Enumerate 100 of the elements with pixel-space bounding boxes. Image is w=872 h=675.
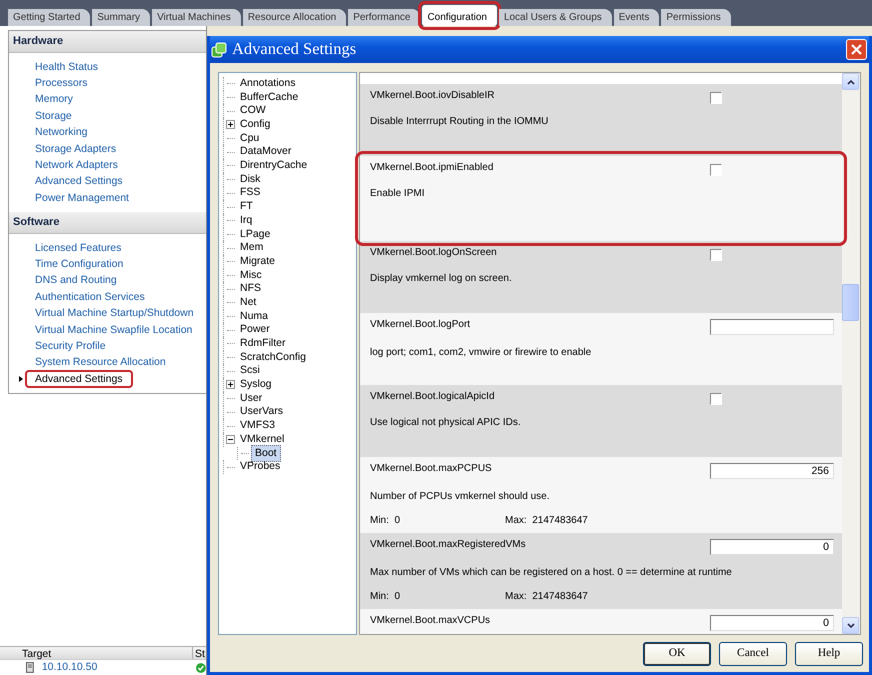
setting-name: VMkernel.Boot.logOnScreen (370, 247, 498, 260)
setting-description: Number of PCPUs vmkernel should use. (370, 491, 551, 503)
tree-item[interactable]: Syslog (237, 377, 275, 393)
tab[interactable]: Configuration (422, 5, 497, 26)
setting-description: Use logical not physical APIC IDs. (370, 417, 522, 429)
min-value: Min: 0 (370, 591, 402, 603)
dialog-button[interactable]: Cancel (719, 642, 787, 666)
tree-item[interactable]: DirentryCache (237, 158, 310, 174)
column-header[interactable]: Target (0, 647, 193, 659)
checkbox[interactable] (710, 92, 722, 104)
tree-item[interactable]: Cpu (237, 130, 262, 146)
sidebar-link[interactable]: Memory (33, 93, 75, 106)
scroll-down-button[interactable] (842, 617, 859, 634)
tree-item[interactable]: VMFS3 (237, 418, 278, 434)
section-header: Hardware (9, 31, 206, 52)
setting-name: VMkernel.Boot.maxRegisteredVMs (370, 539, 527, 552)
scroll-up-button[interactable] (842, 73, 859, 90)
sidebar-link[interactable]: Storage Adapters (33, 142, 118, 155)
tree-item[interactable]: COW (237, 103, 269, 120)
tree-item[interactable]: DataMover (237, 144, 294, 160)
tab[interactable]: Virtual Machines (152, 9, 241, 26)
close-icon (851, 44, 862, 55)
sidebar-link[interactable]: Health Status (33, 60, 100, 73)
tab[interactable]: Summary (92, 9, 150, 26)
setting-name: VMkernel.Boot.maxPCPUS (370, 463, 493, 476)
setting-name: VMkernel.Boot.logPort (370, 319, 472, 332)
setting-name: VMkernel.Boot.ipmiEnabled (370, 162, 494, 175)
setting-description: Enable IPMI (370, 188, 426, 200)
setting-name: VMkernel.Boot.maxVCPUs (370, 615, 492, 628)
collapse-button[interactable] (226, 435, 235, 444)
value-field[interactable]: 0 (710, 615, 834, 631)
value-field[interactable]: 256 (710, 463, 834, 479)
dialog-button[interactable]: Help (795, 642, 863, 666)
tree-item[interactable]: Annotations (237, 76, 298, 92)
checkbox[interactable] (710, 393, 722, 405)
tree-item[interactable]: ScratchConfig (237, 350, 309, 366)
value-field[interactable]: 0 (710, 539, 834, 555)
tree-item[interactable]: Misc (237, 268, 265, 284)
tab[interactable]: Local Users & Groups (498, 9, 612, 26)
expand-button[interactable] (226, 120, 235, 130)
value-field[interactable] (710, 319, 834, 335)
plus-icon (228, 122, 233, 128)
tab[interactable]: Permissions (661, 9, 731, 26)
sidebar-link[interactable]: Processors (33, 77, 90, 90)
tree-item[interactable]: FSS (237, 185, 264, 202)
sidebar-link[interactable]: Time Configuration (33, 258, 126, 270)
sidebar-link[interactable]: Virtual Machine Startup/Shutdown (33, 307, 196, 320)
target-link[interactable]: 10.10.10.50 (42, 660, 188, 675)
tree-item[interactable]: LPage (237, 226, 274, 242)
section-header: Software (9, 212, 206, 234)
close-button[interactable] (846, 39, 867, 60)
sidebar-link[interactable]: Network Adapters (33, 159, 120, 172)
tab[interactable]: Resource Allocation (242, 9, 346, 26)
tree-item[interactable]: Scsi (237, 363, 263, 380)
sidebar-link[interactable]: Advanced Settings (33, 175, 125, 188)
expand-button[interactable] (226, 380, 235, 390)
checkbox[interactable] (710, 249, 722, 261)
sidebar-link[interactable]: Security Profile (33, 340, 108, 352)
setting-description: Display vmkernel log on screen. (370, 273, 513, 285)
max-value: Max: 2147483647 (505, 515, 588, 527)
tree-item[interactable]: Power (237, 322, 273, 338)
sidebar-link[interactable]: Licensed Features (33, 242, 124, 254)
tab[interactable]: Getting Started (8, 9, 90, 26)
tree-item[interactable]: Numa (237, 308, 272, 324)
server-icon (26, 662, 34, 673)
tab[interactable]: Performance (348, 9, 420, 26)
sidebar-link[interactable]: Networking (33, 126, 90, 138)
tree-item[interactable]: Migrate (237, 254, 278, 270)
settings-app-icon (211, 42, 227, 58)
tree-item[interactable]: Boot (251, 444, 281, 462)
sidebar-link[interactable]: Advanced Settings (25, 370, 133, 388)
sidebar-link[interactable]: System Resource Allocation (33, 356, 168, 368)
setting-description: Max number of VMs which can be registered on a host. 0 == determine at runtime (370, 567, 733, 579)
tab[interactable]: Events (614, 9, 660, 26)
tree-item[interactable]: User (237, 390, 266, 407)
max-value: Max: 2147483647 (505, 591, 588, 603)
arrow-icon (19, 376, 23, 382)
scrollbar[interactable] (842, 73, 860, 634)
tree-item[interactable]: Net (237, 294, 260, 311)
tree-item[interactable]: UserVars (237, 404, 286, 420)
tree-item[interactable]: BufferCache (237, 90, 302, 106)
sidebar-link[interactable]: DNS and Routing (33, 274, 119, 286)
sidebar-link[interactable]: Storage (33, 110, 74, 122)
tree-item[interactable]: NFS (237, 281, 264, 298)
setting-name: VMkernel.Boot.iovDisableIR (370, 90, 496, 103)
tree-item[interactable]: FT (237, 199, 256, 215)
column-header[interactable]: St (193, 647, 205, 659)
sidebar-link[interactable]: Virtual Machine Swapfile Location (33, 324, 194, 336)
checkbox[interactable] (710, 164, 722, 176)
dialog-button[interactable]: OK (643, 642, 711, 666)
scroll-thumb[interactable] (842, 284, 859, 321)
plus-icon (228, 382, 233, 388)
tree-item[interactable]: RdmFilter (237, 336, 289, 352)
tree-item[interactable]: Irq (237, 212, 256, 229)
tree-item[interactable]: Disk (237, 172, 264, 188)
min-value: Min: 0 (370, 515, 402, 527)
sidebar-link[interactable]: Power Management (33, 192, 131, 204)
tree-item[interactable]: Config (237, 117, 274, 133)
sidebar-link[interactable]: Authentication Services (33, 290, 147, 303)
tree-item[interactable]: Mem (237, 240, 266, 256)
